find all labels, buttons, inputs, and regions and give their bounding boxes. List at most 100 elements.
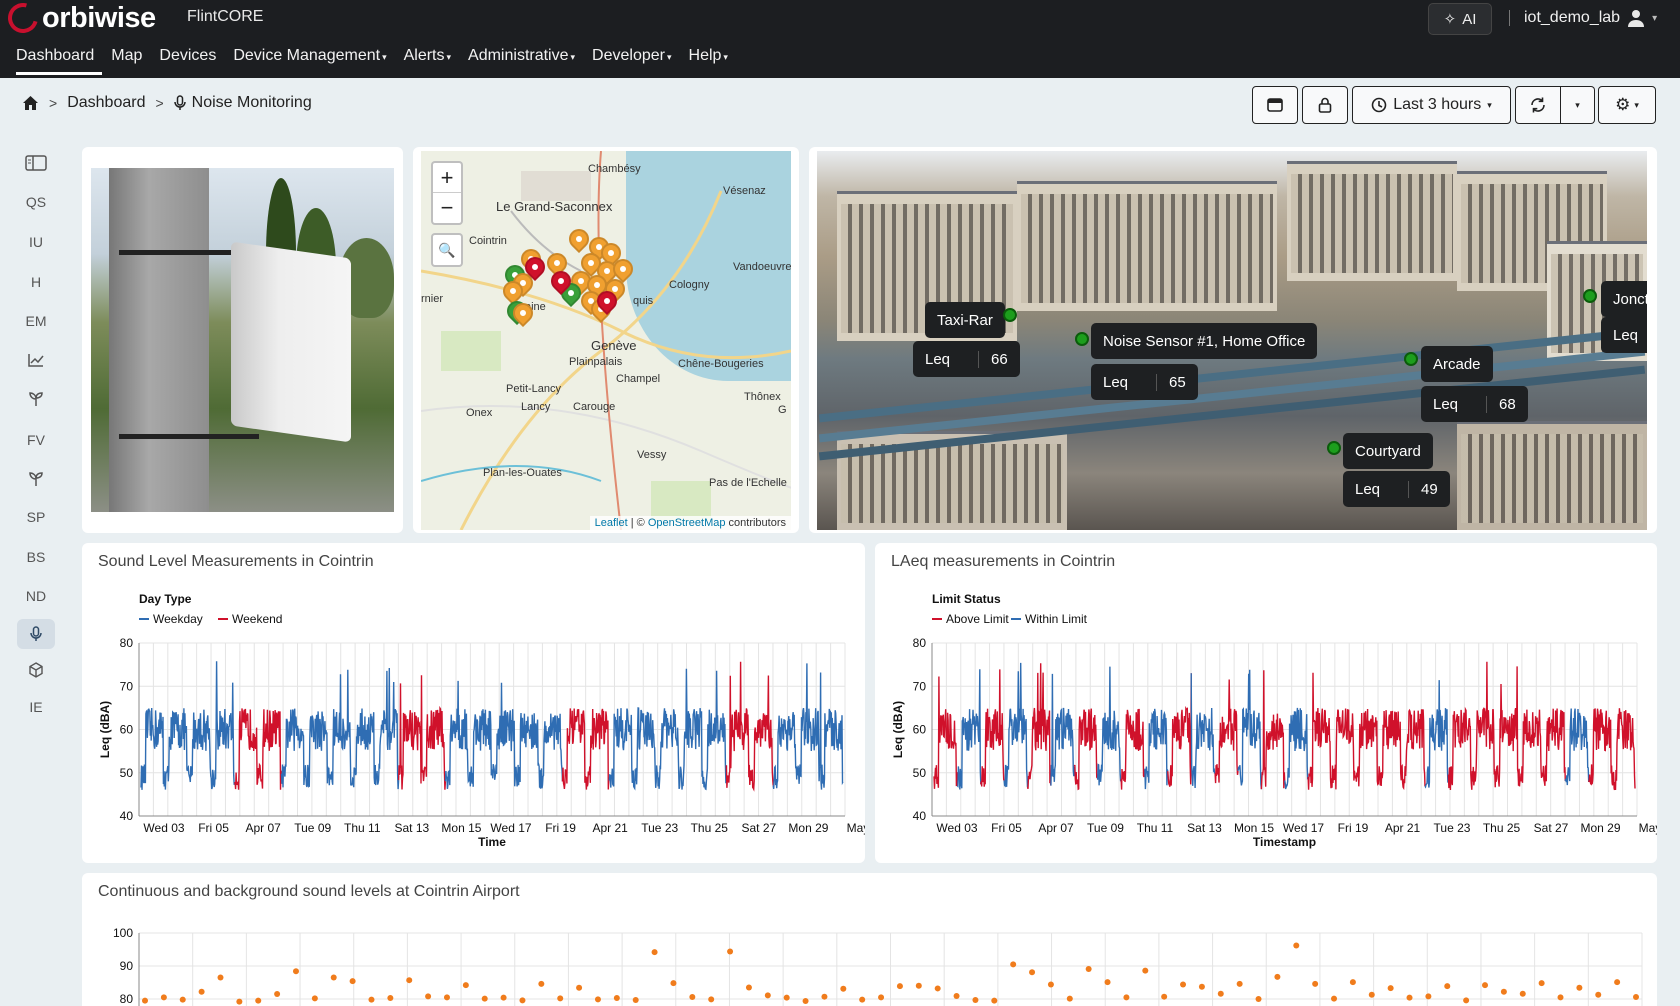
sidebar-item-sprout-icon[interactable]	[17, 464, 55, 494]
series-line-segment	[1073, 708, 1099, 791]
series-line-segment	[1541, 708, 1566, 786]
nav-label: Help	[688, 47, 722, 64]
sidebar-item-sprout-icon[interactable]	[17, 384, 55, 414]
map-place-label: Carouge	[573, 401, 616, 413]
sprout-icon	[29, 472, 43, 486]
nav-label: Dashboard	[16, 47, 95, 64]
nav-label: Devices	[159, 47, 217, 64]
sensor-name-tag[interactable]: Noise Sensor #1, Home Office	[1091, 323, 1318, 359]
y-tick-label: 40	[913, 809, 927, 823]
sensor-name-tag[interactable]: Jonction	[1601, 281, 1647, 317]
sensor-status-dot[interactable]	[1404, 352, 1418, 366]
nav-device-management[interactable]: Device Management ▾	[233, 45, 394, 75]
scatter-point	[217, 974, 224, 981]
settings-dropdown[interactable]: ⚙ ▾	[1598, 86, 1656, 124]
sensor-name-tag[interactable]: Arcade	[1421, 346, 1493, 382]
nav-alerts[interactable]: Alerts ▾	[404, 45, 459, 75]
series-line-segment	[1354, 708, 1379, 787]
sensor-status-dot[interactable]	[1075, 332, 1089, 346]
attribution-separator: | ©	[627, 517, 648, 529]
sensor-leq-tag: Leq6	[1601, 317, 1647, 353]
nav-help[interactable]: Help ▾	[689, 45, 736, 75]
zoom-in-button[interactable]: +	[433, 163, 461, 193]
map-place-label: Cologny	[669, 279, 710, 291]
sensor-leq-tag: Leq 66	[913, 341, 1020, 377]
series-line-segment	[515, 712, 540, 787]
sensor-photo-card	[82, 147, 403, 533]
x-tick-label: Apr 21	[592, 821, 628, 835]
scatter-point	[1085, 965, 1092, 972]
y-tick-label: 70	[913, 679, 927, 693]
sidebar-item-chart-icon[interactable]	[17, 345, 55, 375]
nav-label: Map	[111, 47, 143, 64]
x-tick-label: Fri 05	[198, 821, 229, 835]
sidebar-item-nd[interactable]: ND	[17, 581, 55, 611]
sidebar-item-iu[interactable]: IU	[17, 227, 55, 257]
scatter-point	[406, 977, 413, 984]
map-search-control: 🔍	[431, 233, 463, 267]
scatter-point	[538, 980, 545, 987]
x-tick-label: Wed 17	[1283, 821, 1324, 835]
sidebar-item-ie[interactable]: IE	[17, 692, 55, 722]
sensor-status-dot[interactable]	[1003, 308, 1017, 322]
scatter-point	[255, 997, 262, 1004]
openstreetmap-link[interactable]: OpenStreetMap	[648, 517, 726, 529]
sidebar-item-h[interactable]: H	[17, 267, 55, 297]
refresh-interval-dropdown[interactable]: ▾	[1561, 86, 1595, 124]
x-tick-label: Thu 25	[691, 821, 729, 835]
sidebar-item-panel-icon[interactable]	[17, 148, 55, 178]
map-place-label: Vandoeuvres	[733, 261, 791, 273]
home-icon[interactable]	[22, 95, 39, 111]
sidebar-item-qs[interactable]: QS	[17, 187, 55, 217]
time-range-dropdown[interactable]: Last 3 hours ▾	[1352, 86, 1511, 124]
y-tick-label: 80	[120, 636, 134, 650]
fullscreen-button[interactable]	[1252, 86, 1298, 124]
chevron-down-icon: ▾	[1487, 99, 1492, 110]
sidebar-item-cube-icon[interactable]	[17, 655, 55, 685]
scatter-point	[1123, 994, 1130, 1001]
scatter-point	[670, 980, 677, 987]
map-place-label: Genève	[591, 338, 637, 353]
ai-button[interactable]: ✧ AI	[1428, 3, 1492, 35]
nav-dashboard[interactable]: Dashboard	[16, 45, 103, 75]
scatter-point	[934, 985, 941, 992]
zoom-out-button[interactable]: −	[433, 193, 461, 223]
user-menu[interactable]: iot_demo_lab ▾	[1524, 8, 1657, 28]
refresh-button[interactable]	[1515, 86, 1561, 124]
sidebar-item-bs[interactable]: BS	[17, 542, 55, 572]
sidebar-item-microphone-icon[interactable]	[17, 619, 55, 649]
sensor-status-dot[interactable]	[1583, 289, 1597, 303]
sensor-leq-tag: Leq 65	[1091, 364, 1198, 400]
scatter-point	[1538, 980, 1545, 987]
nav-developer[interactable]: Developer ▾	[592, 45, 679, 75]
sensor-name-tag[interactable]: Courtyard	[1343, 433, 1433, 469]
sensor-map[interactable]: + − 🔍 Chambésy Le Grand-Saconnex Vésenaz Co…	[421, 151, 791, 530]
series-line-segment	[980, 669, 1005, 787]
breadcrumb-dashboard[interactable]: Dashboard	[67, 94, 145, 112]
leq-label: Leq	[1103, 373, 1129, 391]
sensor-name-tag[interactable]: Taxi-Rar	[925, 302, 1005, 338]
series-line-segment	[725, 661, 751, 788]
sidebar-item-fv[interactable]: FV	[17, 425, 55, 455]
scatter-point	[972, 996, 979, 1003]
y-tick-label: 60	[120, 723, 134, 737]
city-3d-view[interactable]: Taxi-Rar Leq 66 Noise Sensor #1, Home Offic…	[817, 151, 1647, 530]
search-icon[interactable]: 🔍	[433, 235, 461, 265]
x-tick-label: Fri 19	[1338, 821, 1369, 835]
nav-devices[interactable]: Devices	[159, 45, 224, 75]
scatter-point	[859, 996, 866, 1003]
scatter-point	[1425, 993, 1432, 1000]
leaflet-link[interactable]: Leaflet	[595, 517, 628, 529]
scatter-point	[142, 997, 148, 1004]
scatter-point	[594, 996, 601, 1003]
brand-logo[interactable]: orbiwise	[2, 0, 156, 39]
sidebar-item-em[interactable]: EM	[17, 306, 55, 336]
legend-title: Limit Status	[932, 592, 1001, 606]
scatter-point	[557, 995, 564, 1002]
sidebar-item-sp[interactable]: SP	[17, 502, 55, 532]
sensor-status-dot[interactable]	[1327, 441, 1341, 455]
nav-map[interactable]: Map	[111, 45, 150, 75]
lock-button[interactable]	[1302, 86, 1348, 124]
nav-administrative[interactable]: Administrative ▾	[468, 45, 583, 75]
scatter-point	[368, 996, 375, 1003]
